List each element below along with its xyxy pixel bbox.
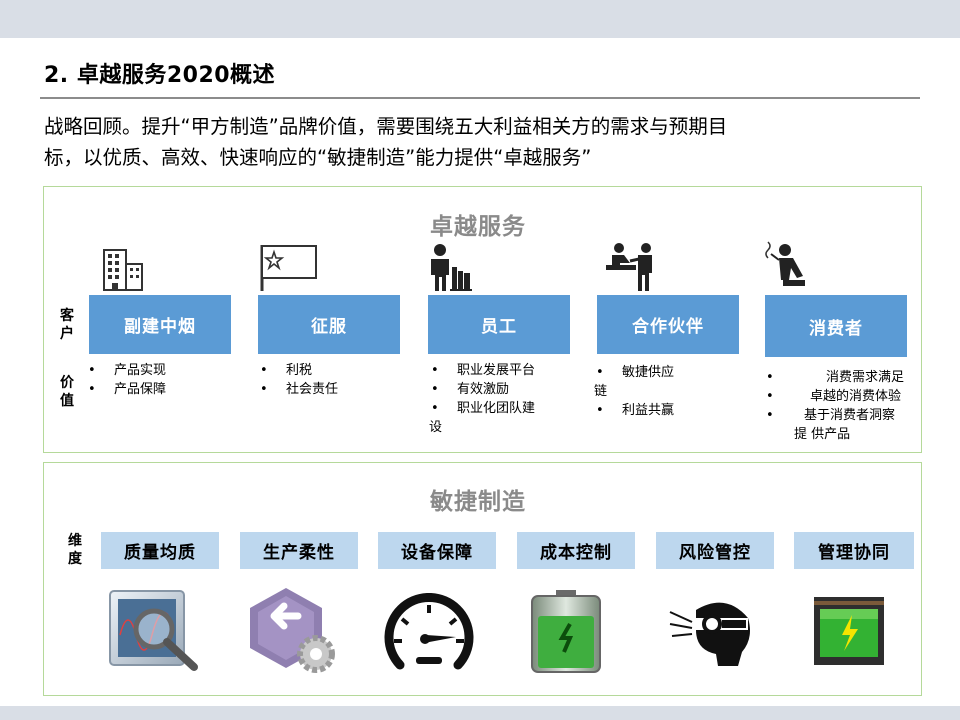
speedometer-icon (384, 593, 474, 670)
list-item-continuation: 链 (594, 384, 608, 399)
list-item: 消费需求满足 (762, 368, 922, 387)
list-item: 利益共赢 (592, 401, 742, 420)
stakeholder-tobacco-button[interactable]: 副建中烟 (89, 295, 231, 354)
dimension-equipment-button[interactable]: 设备保障 (378, 532, 496, 569)
battery-icon (531, 590, 601, 673)
list-item: 产品保障 (84, 380, 234, 399)
list-item: 产品实现 (84, 361, 234, 380)
stakeholder-employees-button[interactable]: 员工 (428, 295, 570, 354)
service-panel-heading: 卓越服务 (430, 214, 526, 240)
flag-icon (260, 245, 317, 291)
list-item-continuation: 设 (429, 420, 443, 435)
page-title: 2. 卓越服务2020概述 (44, 63, 276, 88)
list-item: 卓越的消费体验 (762, 387, 922, 406)
bottom-banner (0, 706, 960, 720)
value-list-government: 利税 社会责任 (256, 361, 406, 399)
intro-line-2: 标，以优质、高效、快速响应的“敏捷制造”能力提供“卓越服务” (44, 146, 592, 169)
title-divider (40, 97, 920, 99)
side-label-char: 维 (68, 533, 82, 549)
list-item: 敏捷供应 (592, 363, 742, 382)
dimension-coordination-button[interactable]: 管理协同 (794, 532, 914, 569)
top-banner (0, 0, 960, 38)
dimension-cost-button[interactable]: 成本控制 (517, 532, 635, 569)
dimension-flexibility-button[interactable]: 生产柔性 (240, 532, 358, 569)
list-item: 有效激励 (427, 380, 577, 399)
side-label-char: 价 (60, 375, 74, 391)
dimension-risk-button[interactable]: 风险管控 (656, 532, 774, 569)
side-label-char: 客 (60, 308, 74, 324)
stakeholder-partners-button[interactable]: 合作伙伴 (597, 295, 739, 354)
value-list-consumers: 消费需求满足 卓越的消费体验 基于消费者洞察 提 供产品 (762, 368, 922, 444)
flexible-gear-icon (250, 588, 335, 673)
side-label-dimension: 维 度 (66, 532, 84, 568)
intro-line-1: 战略回顾。提升“甲方制造”品牌价值，需要围绕五大利益相关方的需求与预期目 (44, 115, 728, 138)
side-label-customer: 客 户 (58, 307, 76, 343)
stakeholder-consumers-button[interactable]: 消费者 (765, 295, 907, 357)
dimension-quality-button[interactable]: 质量均质 (101, 532, 219, 569)
partners-handshake-icon (606, 243, 652, 291)
intro-text: 战略回顾。提升“甲方制造”品牌价值，需要围绕五大利益相关方的需求与预期目 标，以… (44, 111, 924, 173)
consumer-smoking-icon (765, 241, 805, 286)
risk-goggles-icon (669, 602, 750, 666)
agile-panel-heading: 敏捷制造 (430, 489, 526, 515)
stakeholder-government-button[interactable]: 征服 (258, 295, 400, 354)
side-label-char: 度 (68, 551, 82, 567)
list-item: 职业化团队建 (427, 399, 577, 418)
list-item: 利税 (256, 361, 406, 380)
side-label-value: 价 值 (58, 374, 76, 410)
list-item: 职业发展平台 (427, 361, 577, 380)
list-item: 基于消费者洞察 (762, 406, 922, 425)
value-list-employees: 职业发展平台 有效激励 职业化团队建 设 (427, 361, 577, 437)
worker-with-books-icon (431, 244, 472, 291)
side-label-char: 户 (60, 326, 74, 342)
magnifier-monitor-icon (109, 590, 198, 671)
value-list-partners: 敏捷供应 链 利益共赢 (592, 363, 742, 420)
side-label-char: 值 (60, 393, 74, 409)
charging-battery-icon (814, 597, 884, 665)
value-list-tobacco: 产品实现 产品保障 (84, 361, 234, 399)
list-item-continuation: 提 供产品 (794, 427, 851, 442)
office-building-icon (103, 249, 143, 291)
list-item: 社会责任 (256, 380, 406, 399)
